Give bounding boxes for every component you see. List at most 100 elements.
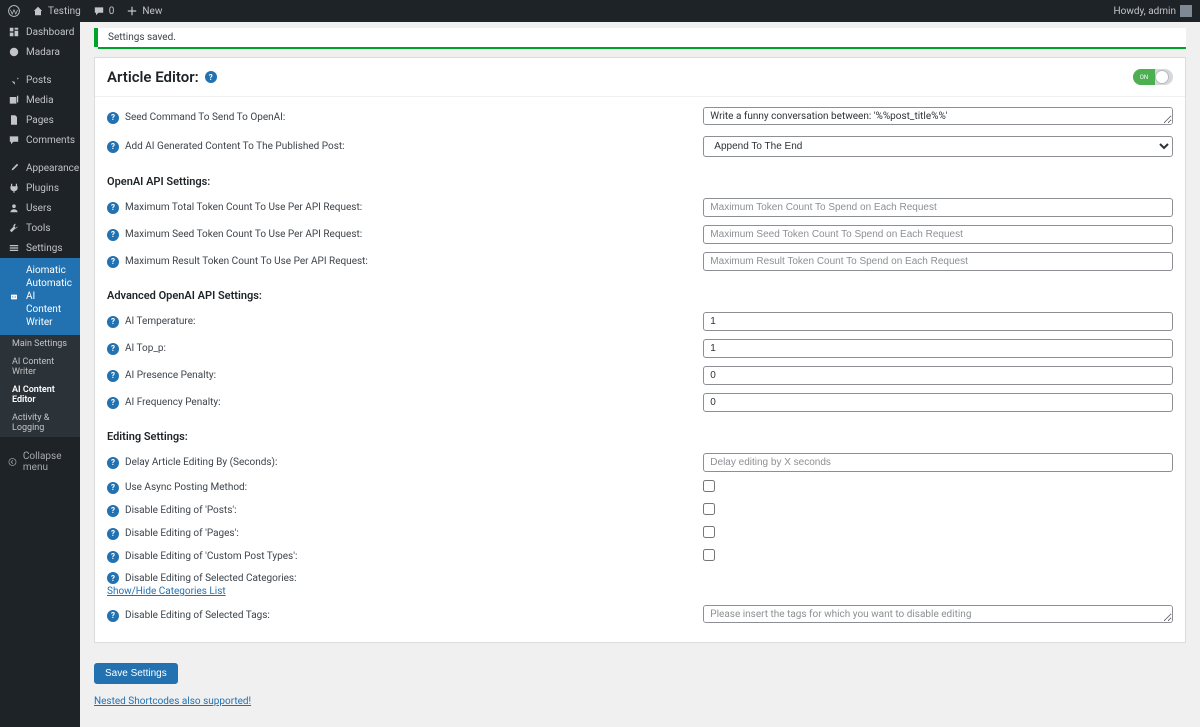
row-max-seed: ?Maximum Seed Token Count To Use Per API… <box>107 221 1173 248</box>
row-append: ?Add AI Generated Content To The Publish… <box>107 132 1173 161</box>
row-frequency: ? AI Frequency Penalty: <box>107 389 1173 416</box>
enable-toggle[interactable]: ON <box>1133 69 1173 85</box>
subitem-activity-logging[interactable]: Activity & Logging <box>0 409 80 437</box>
menu-tools-label: Tools <box>26 223 50 234</box>
disable-cat-label: Disable Editing of Selected Categories: <box>125 573 297 584</box>
admin-sidebar: Dashboard Madara Posts Media Pages Comme… <box>0 22 80 727</box>
help-icon[interactable]: ? <box>107 112 119 124</box>
comments-link[interactable]: 0 <box>93 5 115 17</box>
pin-icon <box>8 74 20 86</box>
howdy-link[interactable]: Howdy, admin <box>1114 5 1192 17</box>
menu-users-label: Users <box>26 203 52 214</box>
menu-comments-label: Comments <box>26 135 75 146</box>
help-icon[interactable]: ? <box>107 482 119 494</box>
topp-input[interactable] <box>703 339 1173 358</box>
menu-settings[interactable]: Settings <box>0 238 80 258</box>
menu-dashboard[interactable]: Dashboard <box>0 22 80 42</box>
showhide-categories-link[interactable]: Show/Hide Categories List <box>107 586 226 597</box>
temp-label: AI Temperature: <box>125 316 195 327</box>
help-icon[interactable]: ? <box>107 397 119 409</box>
help-icon[interactable]: ? <box>107 528 119 540</box>
async-label: Use Async Posting Method: <box>125 482 247 493</box>
temperature-input[interactable] <box>703 312 1173 331</box>
disable-posts-checkbox[interactable] <box>703 503 715 515</box>
settings-saved-notice: Settings saved. <box>94 28 1186 47</box>
menu-plugins[interactable]: Plugins <box>0 178 80 198</box>
plug-icon <box>8 182 20 194</box>
subitem-ai-content-writer[interactable]: AI Content Writer <box>0 353 80 381</box>
new-label: New <box>142 6 162 17</box>
menu-comments[interactable]: Comments <box>0 130 80 150</box>
help-icon[interactable]: ? <box>107 457 119 469</box>
help-icon[interactable]: ? <box>107 316 119 328</box>
dashboard-icon <box>8 26 20 38</box>
plus-icon <box>126 5 138 17</box>
help-icon[interactable]: ? <box>107 343 119 355</box>
max-total-input[interactable] <box>703 198 1173 217</box>
subitem-ai-content-editor[interactable]: AI Content Editor <box>0 381 80 409</box>
menu-posts[interactable]: Posts <box>0 70 80 90</box>
menu-tools[interactable]: Tools <box>0 218 80 238</box>
row-disable-pages: ?Disable Editing of 'Pages': <box>107 522 1173 545</box>
help-icon[interactable]: ? <box>107 505 119 517</box>
menu-appearance[interactable]: Appearance <box>0 158 80 178</box>
admin-bar: Testing 0 New Howdy, admin <box>0 0 1200 22</box>
save-settings-button[interactable]: Save Settings <box>94 663 178 684</box>
nested-shortcodes-link[interactable]: Nested Shortcodes also supported! <box>94 696 251 707</box>
menu-madara[interactable]: Madara <box>0 42 80 62</box>
async-checkbox[interactable] <box>703 480 715 492</box>
avatar <box>1180 5 1192 17</box>
disable-cpt-checkbox[interactable] <box>703 549 715 561</box>
disable-tags-input[interactable] <box>703 605 1173 623</box>
site-name-link[interactable]: Testing <box>32 5 81 17</box>
article-editor-panel: Article Editor: ? ON ?Seed Command To Se… <box>94 57 1186 643</box>
menu-pages-label: Pages <box>26 115 54 126</box>
subitem-main-settings[interactable]: Main Settings <box>0 335 80 353</box>
help-icon[interactable]: ? <box>107 256 119 268</box>
max-result-input[interactable] <box>703 252 1173 271</box>
help-icon[interactable]: ? <box>107 202 119 214</box>
help-icon[interactable]: ? <box>107 229 119 241</box>
home-icon <box>32 5 44 17</box>
disable-pages-checkbox[interactable] <box>703 526 715 538</box>
menu-pages[interactable]: Pages <box>0 110 80 130</box>
menu-users[interactable]: Users <box>0 198 80 218</box>
page-icon <box>8 114 20 126</box>
sliders-icon <box>8 242 20 254</box>
row-seed-command: ?Seed Command To Send To OpenAI: Write a… <box>107 103 1173 132</box>
new-link[interactable]: New <box>126 5 162 17</box>
append-select[interactable]: Append To The End <box>703 136 1173 157</box>
submenu-aiomatic: Main Settings AI Content Writer AI Conte… <box>0 335 80 437</box>
howdy-text: Howdy, admin <box>1114 6 1176 17</box>
footnote: Nested Shortcodes also supported! <box>94 694 1186 707</box>
help-icon[interactable]: ? <box>107 572 119 584</box>
freq-label: AI Frequency Penalty: <box>125 397 221 408</box>
menu-aiomatic[interactable]: Aiomatic Automatic AI Content Writer <box>0 258 80 335</box>
menu-media-label: Media <box>26 95 54 106</box>
frequency-input[interactable] <box>703 393 1173 412</box>
collapse-label: Collapse menu <box>23 451 72 473</box>
max-seed-input[interactable] <box>703 225 1173 244</box>
menu-dashboard-label: Dashboard <box>26 27 74 38</box>
help-icon[interactable]: ? <box>205 71 217 83</box>
brush-icon <box>8 162 20 174</box>
presence-input[interactable] <box>703 366 1173 385</box>
delay-input[interactable] <box>703 453 1173 472</box>
help-icon[interactable]: ? <box>107 141 119 153</box>
menu-aiomatic-label: Aiomatic Automatic AI Content Writer <box>26 264 72 329</box>
help-icon[interactable]: ? <box>107 551 119 563</box>
panel-title-text: Article Editor: <box>107 68 199 86</box>
toggle-on-label: ON <box>1133 69 1155 85</box>
help-icon[interactable]: ? <box>107 610 119 622</box>
collapse-menu[interactable]: Collapse menu <box>0 445 80 479</box>
menu-media[interactable]: Media <box>0 90 80 110</box>
help-icon[interactable]: ? <box>107 370 119 382</box>
seed-command-input[interactable]: Write a funny conversation between: '%%p… <box>703 107 1173 125</box>
wp-logo[interactable] <box>8 5 20 17</box>
panel-header: Article Editor: ? ON <box>95 58 1185 97</box>
robot-icon <box>8 291 20 303</box>
content-area: Settings saved. Article Editor: ? ON ?Se… <box>80 22 1200 727</box>
toggle-knob <box>1155 70 1169 84</box>
row-delay: ?Delay Article Editing By (Seconds): <box>107 449 1173 476</box>
comments-icon <box>8 134 20 146</box>
